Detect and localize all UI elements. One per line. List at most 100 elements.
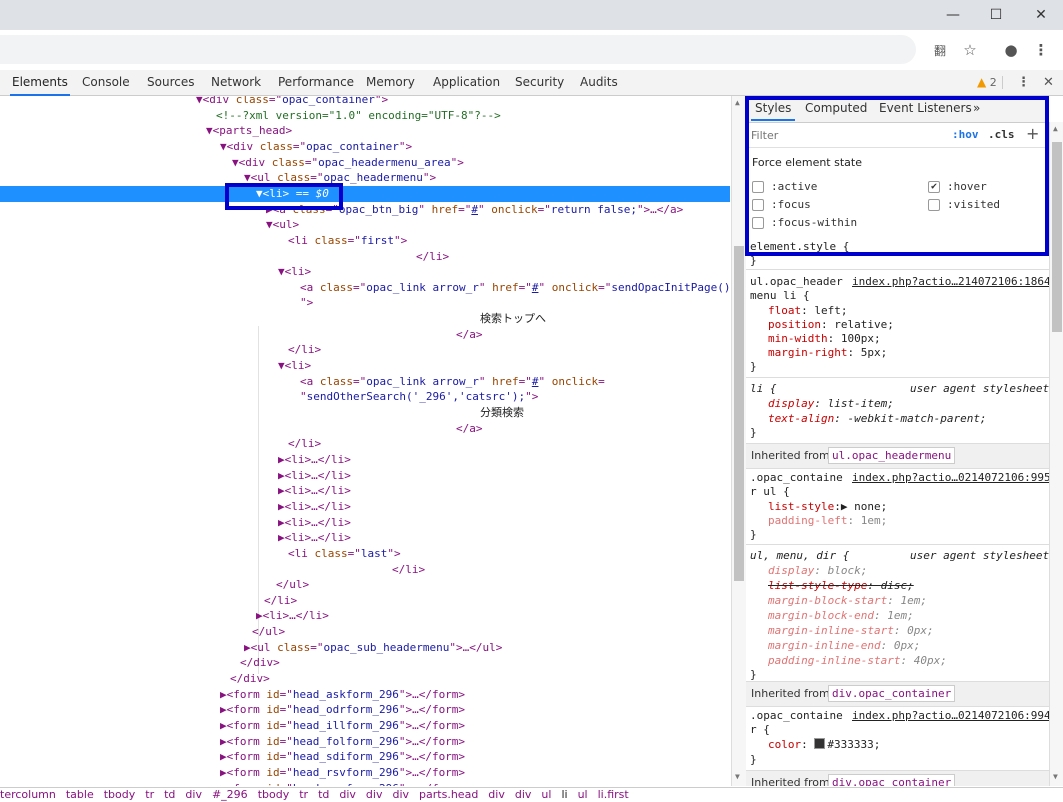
decl-float[interactable]: float: left; xyxy=(768,303,848,318)
cls-button[interactable]: .cls xyxy=(988,128,1015,141)
dom-node[interactable]: </ul> xyxy=(0,624,730,640)
state-active-checkbox[interactable]: :active xyxy=(752,180,817,193)
breadcrumb-item[interactable]: tr xyxy=(299,788,308,802)
dom-node[interactable]: ▼<div class="opac_container"> xyxy=(0,139,730,155)
minimize-button[interactable]: — xyxy=(930,0,976,30)
dom-node[interactable]: "> xyxy=(0,295,730,311)
dom-node[interactable]: ▶<form id="head_odrform_296">…</form> xyxy=(0,702,730,718)
dom-node[interactable]: ▼<li> xyxy=(0,358,730,374)
tab-audits[interactable]: Audits xyxy=(580,70,618,95)
hov-button[interactable]: :hov xyxy=(952,128,979,141)
rule-selector[interactable]: ul.opac_header xyxy=(750,274,843,289)
element-style-selector[interactable]: element.style { xyxy=(750,239,849,254)
maximize-button[interactable]: ☐ xyxy=(973,0,1019,30)
breadcrumb-item[interactable]: tbody xyxy=(258,788,290,802)
breadcrumb-item[interactable]: tercolumn xyxy=(0,788,56,802)
dom-node[interactable]: 分類検索 xyxy=(0,405,730,421)
dom-node[interactable]: <!--?xml version="1.0" encoding="UTF-8"?… xyxy=(0,108,730,124)
warning-counter[interactable]: ▲ 2 xyxy=(977,70,997,95)
account-icon[interactable]: ● xyxy=(1000,40,1022,60)
styles-filter-input[interactable] xyxy=(751,127,936,143)
decl-padding-left[interactable]: padding-left: 1em; xyxy=(768,513,887,528)
dom-node[interactable]: <a class="opac_link arrow_r" href="#" on… xyxy=(0,374,730,390)
dom-node[interactable]: ▶<li>…</li> xyxy=(0,608,730,624)
elements-scrollbar[interactable]: ▲ ▼ xyxy=(731,96,746,786)
breadcrumb-item[interactable]: div xyxy=(488,788,505,802)
dom-node[interactable]: </li> xyxy=(0,342,730,358)
breadcrumb-item[interactable]: tbody xyxy=(104,788,136,802)
inherited-selector-link[interactable]: div.opac_container xyxy=(828,774,956,786)
translate-icon[interactable]: 翻 xyxy=(929,40,951,60)
dom-node[interactable]: </li> xyxy=(0,436,730,452)
dom-node[interactable]: <li class="last"> xyxy=(0,546,730,562)
tab-sources[interactable]: Sources xyxy=(147,70,194,95)
breadcrumb-item[interactable]: parts.head xyxy=(419,788,478,802)
breadcrumb-item[interactable]: td xyxy=(164,788,175,802)
dom-node[interactable]: </li> xyxy=(0,593,730,609)
tab-computed[interactable]: Computed xyxy=(805,101,867,115)
dom-node[interactable]: </li> xyxy=(0,249,730,265)
dom-node[interactable]: </div> xyxy=(0,655,730,671)
decl-list-style[interactable]: list-style:▶ none; xyxy=(768,499,887,514)
tab-elements[interactable]: Elements xyxy=(10,70,70,96)
rule-selector[interactable]: .opac_containe xyxy=(750,470,843,485)
address-bar[interactable] xyxy=(0,35,916,64)
breadcrumb-item[interactable]: td xyxy=(318,788,329,802)
dom-node[interactable]: ▶<li>…</li> xyxy=(0,452,730,468)
styles-scrollbar-thumb[interactable] xyxy=(1052,142,1062,332)
dom-node[interactable]: ▼<div class="opac_headermenu_area"> xyxy=(0,155,730,171)
devtools-menu-icon[interactable]: ⋮ xyxy=(1017,70,1030,95)
state-visited-checkbox[interactable]: :visited xyxy=(928,198,1000,211)
decl-color[interactable]: color: #333333; xyxy=(768,737,880,752)
decl-margin-right[interactable]: margin-right: 5px; xyxy=(768,345,887,360)
state-focus-checkbox[interactable]: :focus xyxy=(752,198,811,211)
dom-node[interactable]: </div> xyxy=(0,671,730,687)
inherited-selector-link[interactable]: div.opac_container xyxy=(828,685,956,702)
breadcrumb-item[interactable]: div xyxy=(515,788,532,802)
state-hover-checkbox[interactable]: ✔:hover xyxy=(928,180,987,193)
tab-memory[interactable]: Memory xyxy=(366,70,415,95)
breadcrumb-item[interactable]: table xyxy=(66,788,94,802)
browser-menu-icon[interactable]: ⋮ xyxy=(1030,40,1052,60)
breadcrumb-item[interactable]: div xyxy=(185,788,202,802)
dom-node[interactable]: ▶<form id="head_askform_296">…</form> xyxy=(0,687,730,703)
dom-node[interactable]: ▶<ul class="opac_sub_headermenu">…</ul> xyxy=(0,640,730,656)
dom-node[interactable]: ▶<li>…</li> xyxy=(0,530,730,546)
dom-node[interactable]: ▶<li>…</li> xyxy=(0,515,730,531)
scroll-up-icon[interactable]: ▲ xyxy=(1053,124,1058,133)
rule-selector[interactable]: .opac_containe xyxy=(750,708,843,723)
breadcrumb-item[interactable]: div xyxy=(392,788,409,802)
breadcrumb-item[interactable]: div xyxy=(366,788,383,802)
tab-performance[interactable]: Performance xyxy=(278,70,354,95)
dom-node[interactable]: </li> xyxy=(0,562,730,578)
rule-source-link[interactable]: index.php?actio…0214072106:994 xyxy=(852,708,1049,723)
dom-node[interactable]: ▼<parts_head> xyxy=(0,123,730,139)
more-tabs-button[interactable]: » xyxy=(973,101,980,115)
color-swatch[interactable] xyxy=(814,738,826,749)
breadcrumb-item[interactable]: ul xyxy=(541,788,551,802)
tab-console[interactable]: Console xyxy=(82,70,130,95)
dom-node[interactable]: ▶<form id="head_sdiform_296">…</form> xyxy=(0,749,730,765)
dom-node[interactable]: </ul> xyxy=(0,577,730,593)
new-rule-button[interactable]: + xyxy=(1026,124,1039,143)
dom-node[interactable]: ▶<form id="head_illform_296">…</form> xyxy=(0,718,730,734)
dom-node[interactable]: ▶<a class="opac_btn_big" href="#" onclic… xyxy=(0,202,730,218)
breadcrumb-item[interactable]: ul xyxy=(578,788,588,802)
tab-application[interactable]: Application xyxy=(433,70,500,95)
dom-node[interactable]: "sendOtherSearch('_296','catsrc');"> xyxy=(0,389,730,405)
close-button[interactable]: ✕ xyxy=(1018,0,1063,30)
tab-network[interactable]: Network xyxy=(211,70,261,95)
rule-source-link[interactable]: index.php?actio…0214072106:995 xyxy=(852,470,1049,485)
dom-node[interactable]: <li class="first"> xyxy=(0,233,730,249)
rule-source-link[interactable]: index.php?actio…214072106:1864 xyxy=(852,274,1049,289)
dom-node[interactable]: ▶<form id="head_areform_296">…</form> xyxy=(0,781,730,786)
decl-min-width[interactable]: min-width: 100px; xyxy=(768,331,881,346)
scroll-down-icon[interactable]: ▼ xyxy=(735,772,740,781)
breadcrumb-item[interactable]: div xyxy=(339,788,356,802)
dom-node[interactable]: ▶<li>…</li> xyxy=(0,499,730,515)
breadcrumb-item[interactable]: tr xyxy=(145,788,154,802)
devtools-close-icon[interactable]: ✕ xyxy=(1043,70,1054,95)
tab-security[interactable]: Security xyxy=(515,70,564,95)
scroll-down-icon[interactable]: ▼ xyxy=(1053,772,1058,781)
dom-node[interactable]: ▼<div class="opac_container"> xyxy=(0,96,730,108)
